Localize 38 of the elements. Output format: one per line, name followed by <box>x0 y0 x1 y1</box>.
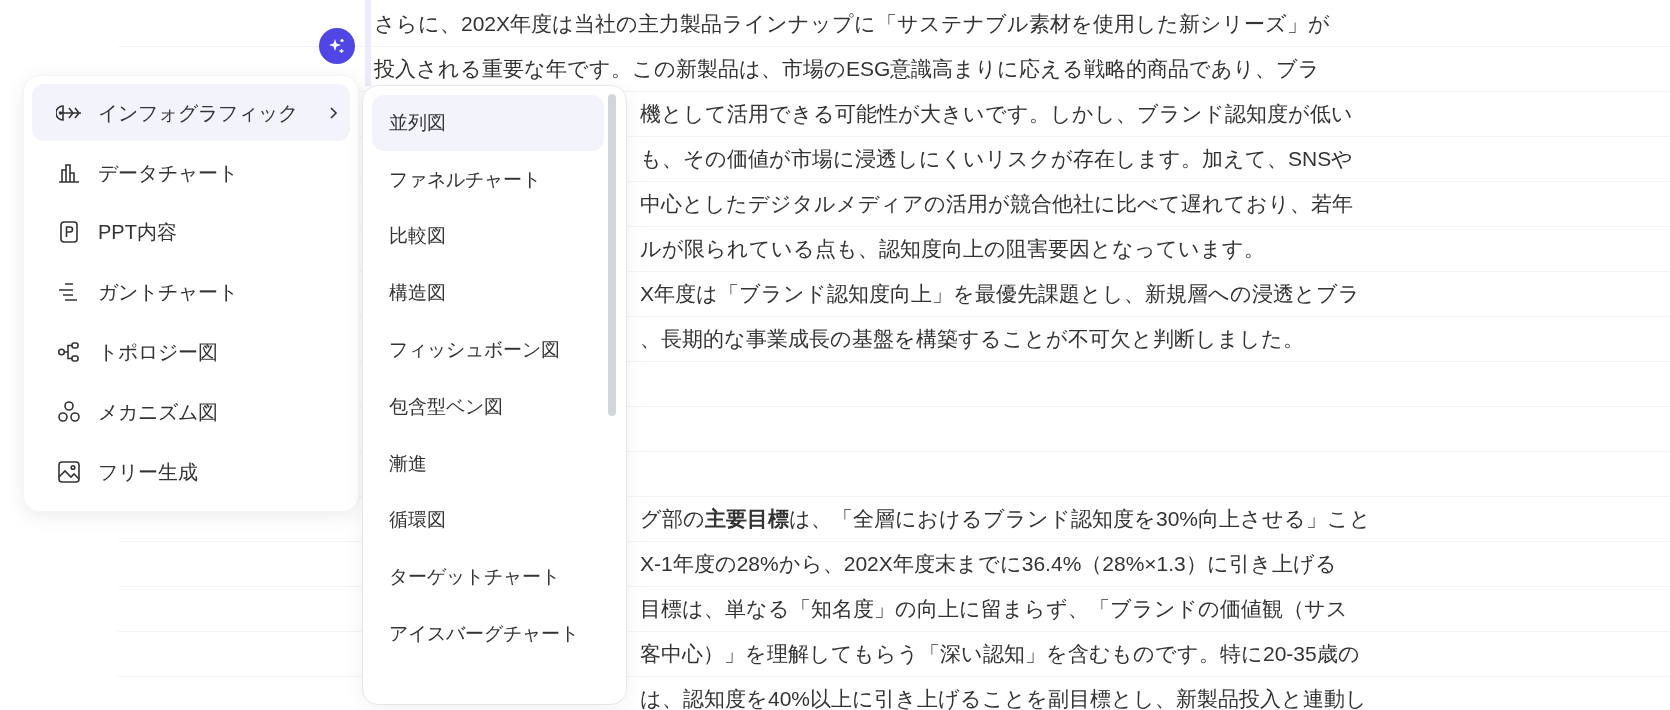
submenu-item[interactable]: ターゲットチャート <box>372 549 604 606</box>
paragraph-line: 中心としたデジタルメディアの活用が競合他社に比べて遅れており、若年 <box>640 191 1353 218</box>
submenu-item[interactable]: 構造図 <box>372 265 604 322</box>
paragraph-line: X-1年度の28%から、202X年度末までに36.4%（28%×1.3）に引き上げる <box>640 551 1337 578</box>
bar-chart-icon <box>57 161 81 184</box>
submenu-item[interactable]: フィッシュボーン図 <box>372 322 604 379</box>
submenu-item[interactable]: 包含型ベン図 <box>372 379 604 435</box>
menu-item[interactable]: メカニズム図 <box>32 383 350 441</box>
paragraph-line: さらに、202X年度は当社の主力製品ラインナップに「サステナブル素材を使用した新シリーズ」が <box>374 11 1331 38</box>
paragraph-line: も、その価値が市場に浸透しにくいリスクが存在します。加えて、SNSや <box>640 146 1354 173</box>
paragraph-line: グ部の主要目標は、「全層におけるブランド認知度を30%向上させる」こと <box>640 506 1372 533</box>
menu-item[interactable]: データチャート <box>32 143 350 202</box>
submenu-item[interactable]: 漸進 <box>372 435 604 492</box>
submenu-item[interactable]: アイスバーグチャート <box>372 606 604 663</box>
ai-sparkle-button[interactable] <box>319 28 355 64</box>
submenu-item[interactable]: ファネルチャート <box>372 151 604 208</box>
paragraph-line: 投入される重要な年です。この新製品は、市場のESG意識高まりに応える戦略的商品であり、ブラ <box>374 56 1321 83</box>
submenu-item[interactable]: 比較図 <box>372 208 604 265</box>
menu-item[interactable]: ガントチャート <box>32 263 350 321</box>
topology-icon <box>57 341 81 364</box>
menu-item[interactable]: トポロジー図 <box>32 323 350 381</box>
menu-item[interactable]: フリー生成 <box>32 443 350 501</box>
menu-item[interactable]: インフォグラフィック <box>32 84 350 142</box>
document-p-icon <box>58 220 80 245</box>
paragraph-line: は、認知度を40%以上に引き上げることを副目標とし、新製品投入と連動し <box>640 686 1368 710</box>
image-icon <box>57 459 81 484</box>
paragraph-line: 客中心）」を理解してもらう「深い認知」を含むものです。特に20-35歳の <box>640 641 1360 668</box>
scrollbar[interactable] <box>608 94 616 416</box>
sparkle-icon <box>328 37 346 55</box>
paragraph-line: 目標は、単なる「知名度」の向上に留まらず、「ブランドの価値観（サス <box>640 596 1348 623</box>
paragraph-line: 、長期的な事業成長の基盤を構築することが不可欠と判断しました。 <box>640 326 1304 353</box>
three-circles-icon <box>57 399 81 424</box>
submenu-item[interactable]: 循環図 <box>372 492 604 549</box>
paragraph-line: ルが限られている点も、認知度向上の阻害要因となっています。 <box>640 236 1265 263</box>
submenu-item[interactable]: 並列図 <box>372 95 604 151</box>
menu-item[interactable]: PPT内容 <box>32 203 350 262</box>
paragraph-line: 機として活用できる可能性が大きいです。しかし、ブランド認知度が低い <box>640 101 1353 128</box>
paragraph-line: X年度は「ブランド認知度向上」を最優先課題とし、新規層への浸透とブラ <box>640 281 1360 308</box>
